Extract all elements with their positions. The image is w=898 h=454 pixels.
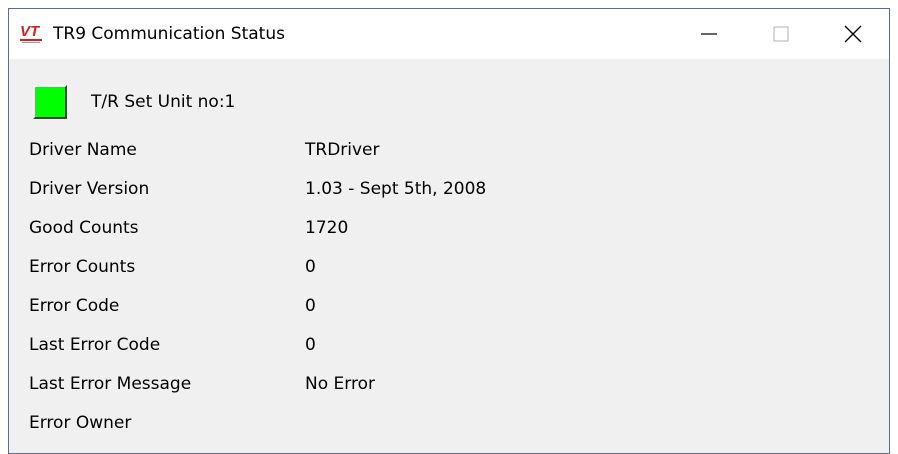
- field-value: 0: [305, 335, 316, 355]
- minimize-button[interactable]: [673, 9, 745, 59]
- field-label: Good Counts: [29, 218, 139, 238]
- field-label: Error Counts: [29, 257, 136, 277]
- title-bar[interactable]: VT TR9 Communication Status: [9, 9, 889, 59]
- maximize-icon: [773, 26, 789, 42]
- close-icon: [844, 25, 862, 43]
- vt-logo-icon: VT: [20, 23, 42, 43]
- status-content: T/R Set Unit no:1 Driver Name TRDriver D…: [9, 59, 889, 453]
- field-value: 0: [305, 296, 316, 316]
- field-row-driver-name: Driver Name TRDriver: [29, 131, 869, 170]
- field-label: Last Error Code: [29, 335, 161, 355]
- field-value: 0: [305, 257, 316, 277]
- field-row-good-counts: Good Counts 1720: [29, 209, 869, 248]
- unit-label: T/R Set Unit no:1: [91, 92, 236, 112]
- status-fields: Driver Name TRDriver Driver Version 1.03…: [29, 131, 869, 443]
- field-row-driver-version: Driver Version 1.03 - Sept 5th, 2008: [29, 170, 869, 209]
- field-row-last-error-message: Last Error Message No Error: [29, 365, 869, 404]
- window-title: TR9 Communication Status: [53, 24, 285, 44]
- field-label: Error Code: [29, 296, 120, 316]
- field-label: Driver Name: [29, 140, 137, 160]
- field-label: Error Owner: [29, 413, 132, 433]
- field-row-last-error-code: Last Error Code 0: [29, 326, 869, 365]
- status-window: VT TR9 Communication Status T/R Set Unit…: [8, 8, 890, 454]
- field-value: 1720: [305, 218, 349, 238]
- field-row-error-code: Error Code 0: [29, 287, 869, 326]
- minimize-icon: [701, 33, 717, 35]
- status-indicator: [33, 85, 67, 119]
- field-row-error-owner: Error Owner: [29, 404, 869, 443]
- field-value: No Error: [305, 374, 375, 394]
- field-label: Last Error Message: [29, 374, 192, 394]
- close-button[interactable]: [817, 9, 889, 59]
- field-label: Driver Version: [29, 179, 150, 199]
- field-value: 1.03 - Sept 5th, 2008: [305, 179, 487, 199]
- field-row-error-counts: Error Counts 0: [29, 248, 869, 287]
- field-value: TRDriver: [305, 140, 380, 160]
- svg-text:VT: VT: [20, 23, 41, 40]
- maximize-button[interactable]: [745, 9, 817, 59]
